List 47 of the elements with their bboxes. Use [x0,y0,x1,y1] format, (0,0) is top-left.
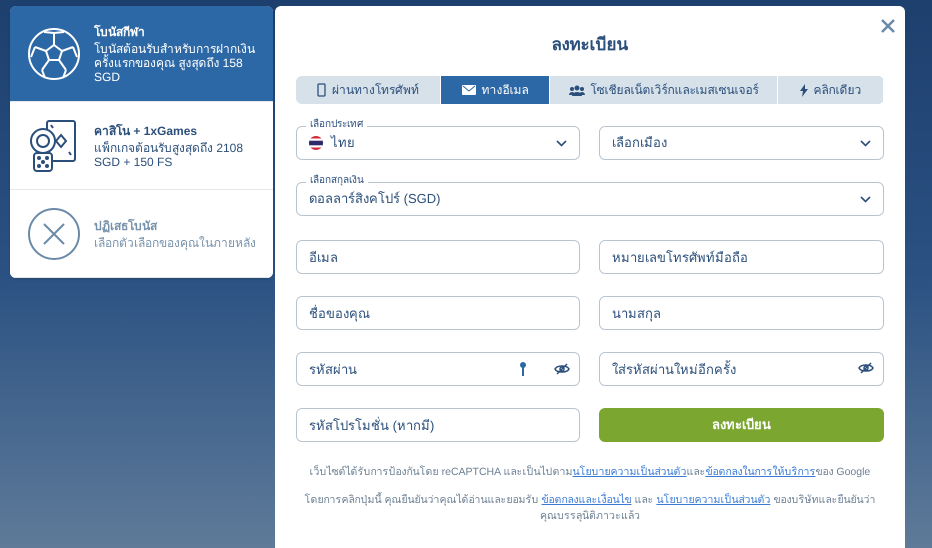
input-field[interactable]: รหัสโปรโมชั่น (หากมี) [296,408,580,442]
tab[interactable]: คลิกเดียว [778,76,884,104]
bonus-description: เลือกตัวเลือกของคุณในภายหลัง [94,236,256,250]
flag-icon [309,136,323,150]
cross-circle-icon [27,206,81,260]
select-value: ดอลลาร์สิงคโปร์ (SGD) [309,190,442,208]
chevron-down-icon [556,140,567,146]
bonus-title: คาสิโน + 1xGames [94,122,198,138]
bonus-option[interactable]: ปฏิเสธโบนัส เลือกตัวเลือกของคุณในภายหลัง [10,190,273,278]
lightning-icon [800,84,808,96]
input-field[interactable]: นามสกุล [599,296,884,330]
phone-icon [317,83,326,97]
close-button[interactable] [881,18,897,34]
bonus-description: แพ็กเกจต้อนรับสูงสุดถึง 2108 SGD + 150 FS [94,140,244,168]
legal-notice: โดยการคลิกปุ่มนี้ คุณยืนยันว่าคุณได้อ่านและยอมรับ ข้อตกลงและเงื่อนไข และ นโยบายความเป็นส่วนตัว ของบริษัทและยืนยันว่าคุณบรรลุนิติภาวะแล้ว [304,492,876,524]
chevron-down-icon [860,140,871,146]
tab[interactable]: ผ่านทางโทรศัพท์ [296,76,441,104]
policy-link[interactable]: ข้อตกลงในการให้บริการ [705,466,816,478]
policy-link[interactable]: นโยบายความเป็นส่วนตัว [656,494,770,506]
bonus-description: โบนัสต้อนรับสำหรับการฝากเงินครั้งแรกของคุณ สูงสุดถึง 158 SGD [94,42,256,84]
bonus-title: ปฏิเสธโบนัส [94,218,158,234]
chevron-down-icon [860,196,871,202]
legal-notice: เว็บไซต์ได้รับการป้องกันโดย reCAPTCHA และเป็นไปตามนโยบายความเป็นส่วนตัวและข้อตกลงในการให้บริการของ Google [308,464,872,480]
ball-icon [27,26,81,80]
envelope-icon [462,85,476,95]
eye-slash-icon [554,363,570,375]
policy-link[interactable]: ข้อตกลงและเงื่อนไข [542,494,632,506]
input-field[interactable]: อีเมล [296,240,580,274]
tab[interactable]: ทางอีเมล [441,76,550,104]
tab[interactable]: โซเชียลเน็ตเวิร์กและเมสเซนเจอร์ [550,76,778,104]
select-placeholder: เลือกเมือง [612,134,668,152]
bonus-option[interactable]: โบนัสกีฬา โบนัสต้อนรับสำหรับการฝากเงินครั้งแรกของคุณ สูงสุดถึง 158 SGD [10,6,273,102]
bonus-option[interactable]: คาสิโน + 1xGames แพ็กเกจต้อนรับสูงสุดถึง 2108 SGD + 150 FS [10,102,273,190]
dialog-title: ลงทะเบียน [550,34,630,56]
input-field[interactable]: ชื่อของคุณ [296,296,580,330]
select-value: ไทย [331,134,356,152]
bonus-title: โบนัสกีฬา [94,24,146,40]
field-label: เลือกสกุลเงิน [306,174,368,188]
input-field[interactable]: รหัสผ่าน [296,352,580,386]
cards-and-dice-icon [29,118,79,172]
people-icon [568,84,584,96]
input-field[interactable]: หมายเลขโทรศัพท์มือถือ [599,240,884,274]
close-icon [881,19,895,33]
select-field[interactable]: เลือกเมือง [599,126,884,160]
policy-link[interactable]: นโยบายความเป็นส่วนตัว [572,466,686,478]
eye-slash-icon [858,362,874,374]
input-field[interactable]: ใส่รหัสผ่านใหม่อีกครั้ง [599,352,884,386]
